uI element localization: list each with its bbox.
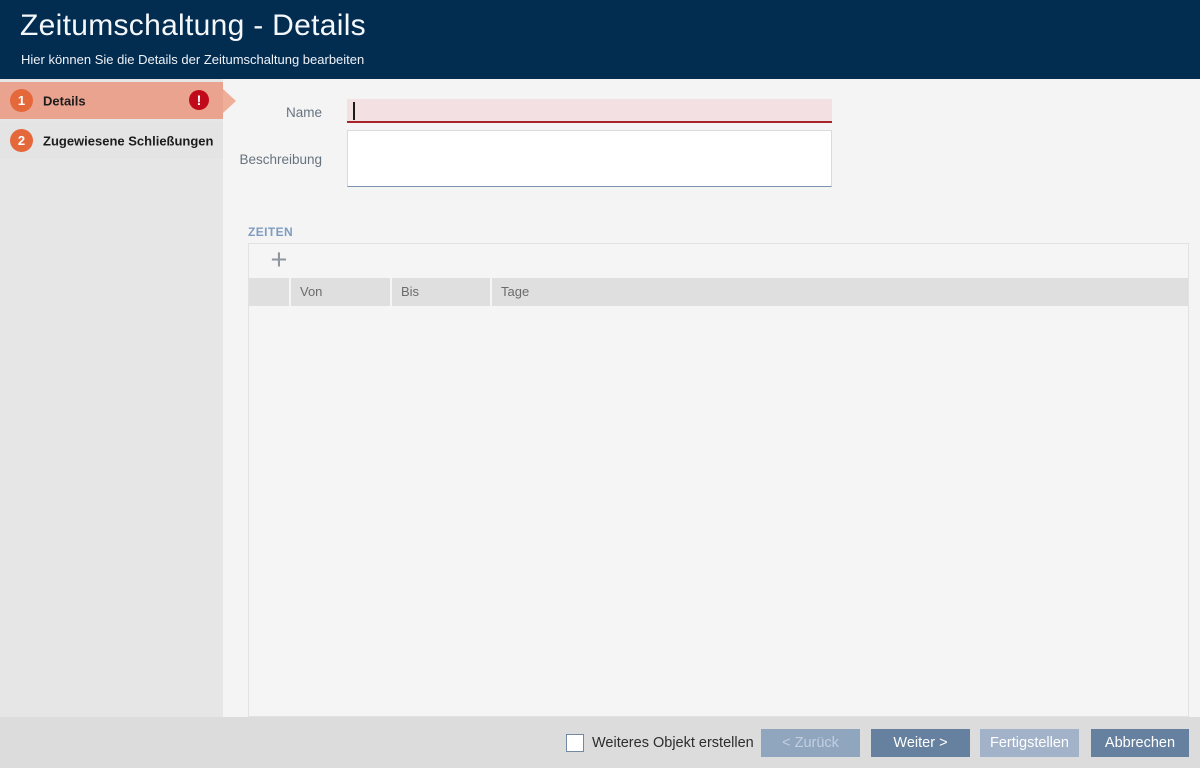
next-button[interactable]: Weiter > <box>871 729 970 757</box>
step-number-badge: 2 <box>10 129 33 152</box>
add-time-button[interactable]: + <box>265 244 293 276</box>
weiteres-objekt-checkbox[interactable] <box>566 734 584 752</box>
text-caret <box>353 102 355 120</box>
column-header-tage: Tage <box>492 278 1188 306</box>
weiteres-objekt-checkbox-label: Weiteres Objekt erstellen <box>592 735 754 751</box>
column-header-bis: Bis <box>392 278 490 306</box>
step-label: Details <box>43 93 86 108</box>
beschreibung-label: Beschreibung <box>180 152 322 167</box>
beschreibung-field[interactable] <box>347 130 832 187</box>
zeiten-section-label: ZEITEN <box>248 225 293 239</box>
page-subtitle: Hier können Sie die Details der Zeitumsc… <box>21 52 364 67</box>
finish-button[interactable]: Fertigstellen <box>980 729 1079 757</box>
column-header-von: Von <box>291 278 390 306</box>
step-label: Zugewiesene Schließungen <box>43 133 213 148</box>
wizard-dialog: Zeitumschaltung - Details Hier können Si… <box>0 0 1200 768</box>
footer-bar: Weiteres Objekt erstellen < Zurück Weite… <box>0 717 1200 768</box>
zeiten-panel: + Von Bis Tage <box>248 243 1189 717</box>
back-button[interactable]: < Zurück <box>761 729 860 757</box>
name-label: Name <box>180 105 322 120</box>
zeiten-table-header: Von Bis Tage <box>249 278 1188 306</box>
header-bar: Zeitumschaltung - Details Hier können Si… <box>0 0 1200 79</box>
step-number-badge: 1 <box>10 89 33 112</box>
name-field[interactable] <box>347 99 832 123</box>
page-title: Zeitumschaltung - Details <box>20 9 366 43</box>
cancel-button[interactable]: Abbrechen <box>1091 729 1189 757</box>
wizard-step-sidebar: 1 Details ! 2 Zugewiesene Schließungen <box>0 79 223 717</box>
column-header-row-selector <box>249 278 289 306</box>
